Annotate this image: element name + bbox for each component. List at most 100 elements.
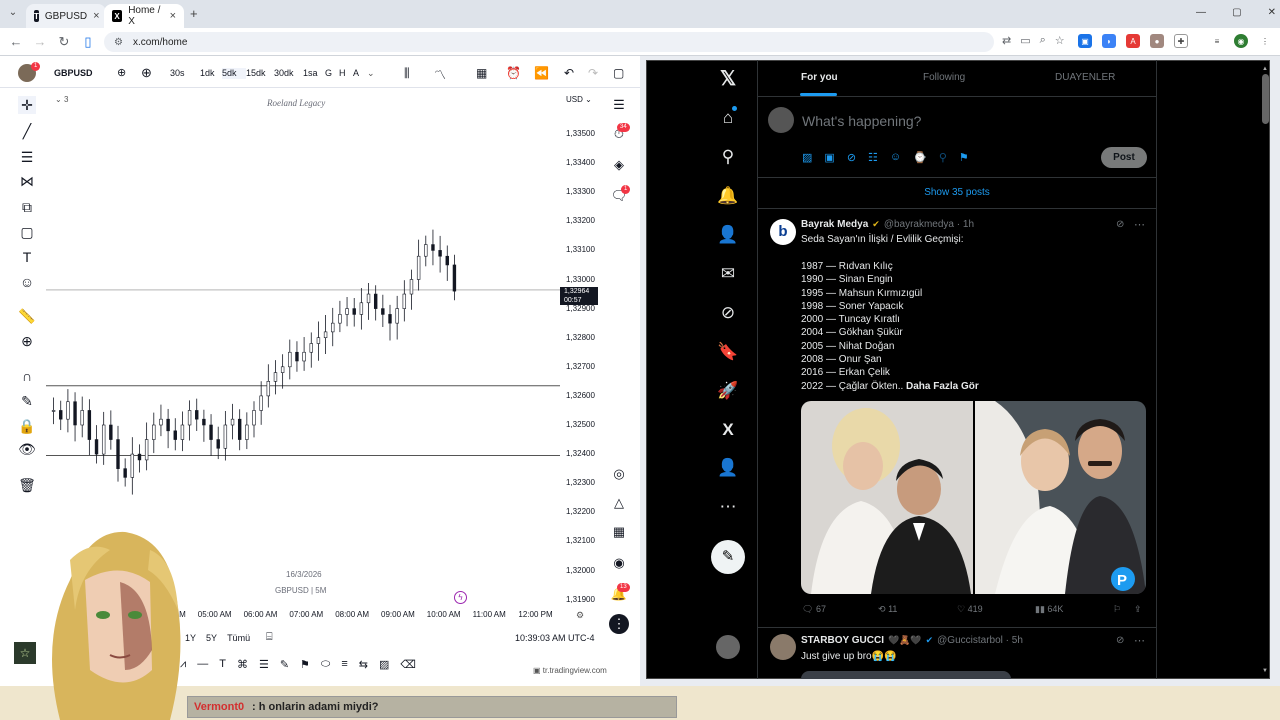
interval-5m[interactable]: 5dk — [222, 68, 246, 79]
lines-icon[interactable]: ≡ — [341, 658, 347, 676]
x-logo-icon[interactable]: 𝕏 — [716, 67, 740, 91]
interval-15m[interactable]: 15dk — [246, 68, 274, 79]
author-handle[interactable]: @bayrakmedya · 1h — [884, 219, 974, 230]
compose-post-button[interactable]: ✎ — [711, 540, 745, 574]
author-name[interactable]: STARBOY GUCCI — [801, 635, 884, 646]
zoom-in-icon[interactable]: ⊕ — [18, 332, 36, 350]
reply-button[interactable]: 🗨 67 — [802, 604, 826, 615]
tweet-media[interactable]: P — [801, 401, 1146, 594]
layout-grid-icon[interactable]: ▦ — [476, 66, 487, 80]
back-icon[interactable]: ← — [8, 34, 24, 49]
more-options-icon[interactable]: ⋯ — [1134, 634, 1145, 647]
ruler-icon[interactable]: 📏 — [18, 307, 36, 325]
more-icon[interactable]: ⋯ — [716, 495, 740, 519]
text-icon[interactable]: T — [18, 248, 36, 266]
author-avatar[interactable]: b — [770, 219, 796, 245]
profile-icon[interactable]: 👤 — [716, 456, 740, 480]
minimize-button[interactable]: — — [1196, 7, 1206, 18]
site-info-icon[interactable]: ⚙ — [114, 37, 123, 48]
interval-w[interactable]: A — [353, 68, 367, 79]
translate-icon[interactable]: ⇄ — [1002, 34, 1011, 47]
address-bar[interactable]: ⚙ x.com/home — [104, 32, 994, 52]
tab-duayenler[interactable]: DUAYENLER — [1055, 72, 1115, 83]
repost-button[interactable]: ⟲ 11 — [878, 604, 897, 615]
follow-icon[interactable]: 👤 — [716, 223, 740, 247]
lock-icon[interactable]: 🔒 — [18, 417, 36, 435]
range-icon[interactable]: ⇆ — [359, 658, 368, 676]
scrollbar-thumb[interactable] — [1262, 74, 1269, 124]
ideas-icon[interactable]: △ — [609, 493, 629, 513]
interval-30s[interactable]: 30s — [170, 68, 200, 79]
close-tab-icon[interactable]: × — [93, 10, 99, 22]
share-icon[interactable]: ⇪ — [1134, 604, 1142, 615]
pencil-icon[interactable]: ✎ — [280, 658, 289, 676]
compare-icon[interactable]: ⊕ — [117, 66, 126, 79]
forward-icon[interactable]: → — [32, 34, 48, 49]
interval-d[interactable]: H — [339, 68, 353, 79]
account-avatar[interactable] — [716, 635, 740, 659]
add-symbol-icon[interactable]: ⊕ — [141, 65, 152, 81]
date-range-icon[interactable]: ⌸ — [266, 631, 273, 644]
magnet-icon[interactable]: ∩ — [18, 367, 36, 385]
fib-icon[interactable]: ☰ — [259, 658, 269, 676]
grok-icon[interactable]: ⊘ — [1116, 219, 1124, 230]
extension-icon[interactable]: ● — [1150, 34, 1164, 48]
fullscreen-icon[interactable]: ▢ — [613, 66, 624, 80]
draw-mode-icon[interactable]: ✎ — [18, 392, 36, 410]
extensions-puzzle-icon[interactable]: ✚ — [1174, 34, 1188, 48]
close-tab-icon[interactable]: × — [170, 10, 176, 22]
author-name[interactable]: Bayrak Medya — [801, 219, 868, 230]
text-icon[interactable]: T — [219, 658, 226, 676]
notifications-icon[interactable]: 🔔 — [716, 184, 740, 208]
trendline-icon[interactable]: ╱ — [18, 122, 36, 140]
chevron-down-icon[interactable]: ⌄ — [367, 68, 377, 79]
reload-icon[interactable]: ↻ — [56, 34, 72, 50]
reading-list-icon[interactable]: ≡ — [1210, 34, 1224, 48]
crosshair-icon[interactable]: ✛ — [18, 96, 36, 114]
show-posts-button[interactable]: Show 35 posts — [758, 178, 1156, 208]
maximize-button[interactable]: ▢ — [1232, 7, 1241, 18]
grok-icon[interactable]: ⊘ — [1116, 635, 1124, 646]
tweet-media-preview[interactable] — [801, 671, 1011, 679]
location-icon[interactable]: ⚲ — [939, 151, 947, 164]
lightning-icon[interactable]: ϟ — [454, 591, 467, 604]
image-icon[interactable]: ▨ — [379, 658, 389, 676]
target-icon[interactable]: ◎ — [609, 464, 629, 484]
eraser-icon[interactable]: ⌫ — [400, 658, 416, 676]
candle-type-icon[interactable]: ⫼ — [404, 66, 410, 81]
tv-footer-link[interactable]: ▣ tr.tradingview.com — [533, 666, 607, 675]
alert-icon[interactable]: ⏰ — [506, 66, 521, 80]
apps-grid-icon[interactable]: ⋮ — [609, 614, 629, 634]
cast-icon[interactable]: ▭ — [1020, 34, 1030, 47]
layers-icon[interactable]: ◈ — [609, 155, 629, 175]
watchlist-icon[interactable]: ☰ — [609, 95, 629, 115]
undo-icon[interactable]: ↶ — [564, 66, 574, 80]
interval-1m[interactable]: 1dk — [200, 68, 222, 79]
pattern-icon[interactable]: ⋈ — [18, 172, 36, 190]
schedule-icon[interactable]: ⌚ — [913, 151, 927, 164]
interval-30m[interactable]: 30dk — [274, 68, 303, 79]
rocket-icon[interactable]: 🚀 — [716, 379, 740, 403]
trash-icon[interactable]: 🗑 — [18, 476, 36, 494]
emoji-icon[interactable]: ☺ — [18, 273, 36, 291]
flag-icon[interactable]: ⚑ — [959, 151, 969, 164]
grok-icon[interactable]: ⊘ — [847, 151, 856, 164]
compose-input[interactable]: What's happening? — [802, 113, 921, 129]
show-more-link[interactable]: Daha Fazla Gör — [906, 380, 979, 393]
indicators-icon[interactable]: 〽 — [434, 66, 446, 83]
views-button[interactable]: ▮▮ 64K — [1035, 604, 1063, 615]
messages-icon[interactable]: ✉ — [716, 262, 740, 286]
like-button[interactable]: ♡ 419 — [957, 604, 983, 615]
redo-icon[interactable]: ↷ — [588, 66, 598, 80]
poll-icon[interactable]: ☷ — [868, 151, 878, 164]
settings-icon[interactable]: ⚙ — [576, 610, 584, 621]
interval-1h[interactable]: 1sa — [303, 68, 325, 79]
forecast-icon[interactable]: ⧉ — [18, 198, 36, 216]
replay-icon[interactable]: ⏪ — [534, 66, 549, 80]
shapes-icon[interactable]: ▢ — [18, 223, 36, 241]
menu-icon[interactable]: ⋮ — [1258, 34, 1272, 48]
tab-for-you[interactable]: For you — [801, 72, 838, 83]
extension-icon[interactable]: ▣ — [1078, 34, 1092, 48]
scroll-up-icon[interactable]: ▲ — [1262, 66, 1268, 72]
profile-avatar[interactable]: ◉ — [1234, 34, 1248, 48]
